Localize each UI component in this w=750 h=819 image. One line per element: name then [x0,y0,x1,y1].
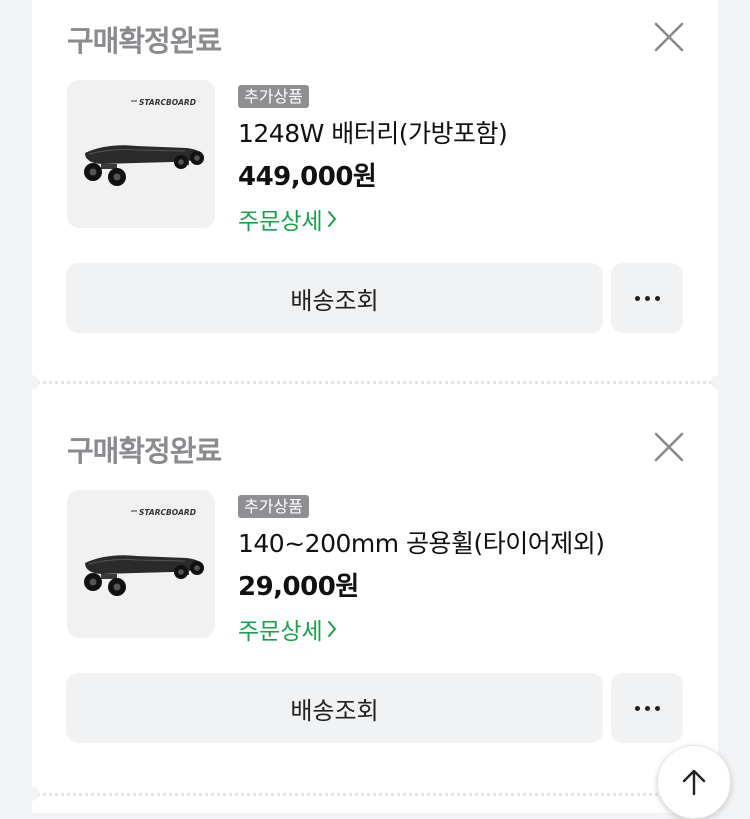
product-name[interactable]: 140~200mm 공용휠(타이어제외) [238,524,605,560]
scroll-to-top-button[interactable] [657,745,731,819]
order-list: 구매확정완료 STARCBOARD 추가상품 1248W 배터리(가방포함) 4… [25,0,725,813]
brand-logo: STARCBOARD [139,508,196,517]
close-icon[interactable] [652,20,686,54]
track-delivery-button[interactable]: 배송조회 [66,673,603,743]
ticket-notch [25,375,39,389]
card-divider [32,381,718,384]
more-horizontal-icon [634,705,660,711]
more-options-button[interactable] [611,673,683,743]
ticket-notch [711,375,725,389]
order-detail-label: 주문상세 [238,619,323,645]
order-status: 구매확정완료 [67,24,222,58]
product-price: 449,000원 [238,162,377,192]
ticket-notch [25,787,39,801]
chevron-right-icon [327,621,336,637]
product-thumbnail[interactable]: STARCBOARD [67,490,215,638]
add-on-tag: 추가상품 [238,495,309,518]
add-on-tag: 추가상품 [238,85,309,108]
more-horizontal-icon [634,295,660,301]
order-status: 구매확정완료 [67,434,222,468]
arrow-up-icon [682,769,706,796]
chevron-right-icon [327,211,336,227]
product-price: 29,000원 [238,572,359,602]
track-delivery-button[interactable]: 배송조회 [66,263,603,333]
close-icon[interactable] [652,430,686,464]
product-name[interactable]: 1248W 배터리(가방포함) [238,114,508,150]
order-detail-link[interactable]: 주문상세 [238,612,337,646]
order-detail-link[interactable]: 주문상세 [238,202,337,236]
card-divider [32,793,718,796]
order-detail-label: 주문상세 [238,209,323,235]
more-options-button[interactable] [611,263,683,333]
brand-logo: STARCBOARD [139,98,196,107]
product-thumbnail[interactable]: STARCBOARD [67,80,215,228]
